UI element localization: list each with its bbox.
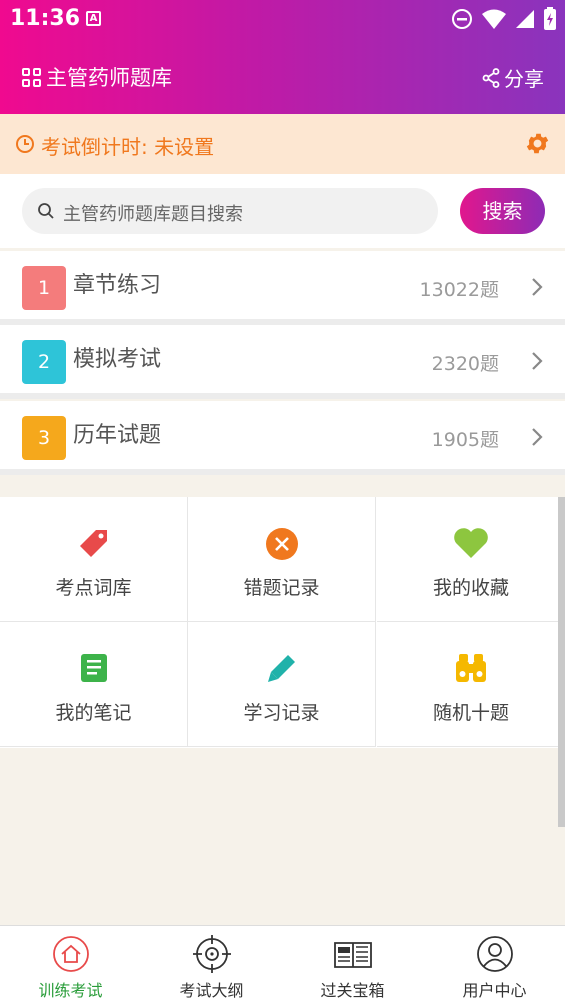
notification-icon: A — [86, 11, 101, 26]
category-count: 13022题 — [419, 279, 499, 301]
category-number-badge: 3 — [22, 416, 66, 460]
tool-wrong-answers[interactable]: 错题记录 — [188, 497, 376, 622]
search-icon — [38, 203, 54, 219]
exam-countdown-bar[interactable]: 考试倒计时: 未设置 — [0, 114, 565, 174]
category-number-badge: 2 — [22, 340, 66, 384]
tool-label: 错题记录 — [243, 577, 320, 599]
search-placeholder: 主管药师题库题目搜索 — [63, 204, 243, 225]
chevron-right-icon — [532, 352, 543, 370]
error-circle-icon — [265, 528, 298, 560]
tool-random-ten[interactable]: 随机十题 — [377, 622, 565, 747]
category-label: 历年试题 — [73, 423, 162, 448]
home-icon — [52, 936, 89, 972]
nav-exam-outline[interactable]: 考试大纲 — [141, 926, 282, 1004]
category-count: 1905题 — [431, 429, 499, 451]
nav-label: 考试大纲 — [179, 981, 244, 1000]
pencil-icon — [267, 655, 295, 682]
divider — [0, 393, 565, 399]
category-number-badge: 1 — [22, 266, 66, 310]
chevron-right-icon — [532, 278, 543, 296]
nav-user-center[interactable]: 用户中心 — [424, 926, 565, 1004]
tools-grid: 考点词库 错题记录 我的收藏 我的笔记 学习记录 随机十题 — [0, 497, 565, 748]
app-title-text: 主管药师题库 — [46, 66, 172, 90]
search-input[interactable]: 主管药师题库题目搜索 — [22, 188, 438, 234]
newspaper-icon — [333, 942, 372, 968]
status-time: 11:36 — [10, 6, 81, 31]
wifi-icon — [482, 9, 506, 29]
user-icon — [476, 936, 513, 972]
note-icon — [80, 654, 107, 682]
category-count: 2320题 — [431, 353, 499, 375]
tool-label: 我的收藏 — [432, 577, 509, 599]
gear-icon[interactable] — [524, 130, 551, 157]
target-icon — [192, 935, 231, 973]
tool-label: 我的笔记 — [55, 702, 132, 724]
share-label: 分享 — [504, 67, 544, 91]
bottom-nav: 训练考试 考试大纲 过关宝箱 用户中心 — [0, 925, 565, 1004]
nav-label: 过关宝箱 — [320, 981, 385, 1000]
category-row-chapter[interactable]: 1 章节练习 13022题 — [0, 251, 565, 319]
share-icon — [482, 67, 500, 88]
app-header: 11:36 A 主管药师题库 分享 — [0, 0, 565, 114]
apps-grid-icon — [22, 67, 41, 87]
tag-icon — [79, 530, 107, 557]
binoculars-icon — [456, 654, 486, 682]
clock-icon — [16, 135, 34, 153]
tool-my-notes[interactable]: 我的笔记 — [0, 622, 188, 747]
status-bar: 11:36 A — [0, 0, 565, 38]
battery-icon — [544, 7, 556, 30]
chevron-right-icon — [532, 428, 543, 446]
category-label: 模拟考试 — [73, 347, 162, 372]
tool-label: 学习记录 — [243, 702, 320, 724]
category-label: 章节练习 — [73, 273, 162, 298]
nav-label: 用户中心 — [462, 981, 527, 1000]
tool-keyword-library[interactable]: 考点词库 — [0, 497, 188, 622]
tool-label: 考点词库 — [55, 577, 132, 599]
search-area: 主管药师题库题目搜索 搜索 — [0, 174, 565, 248]
tool-favorites[interactable]: 我的收藏 — [377, 497, 565, 622]
share-button[interactable]: 分享 — [482, 63, 544, 92]
search-button[interactable]: 搜索 — [460, 188, 545, 234]
category-row-past-papers[interactable]: 3 历年试题 1905题 — [0, 401, 565, 469]
signal-icon — [516, 10, 534, 28]
tool-label: 随机十题 — [432, 702, 509, 724]
app-title: 主管药师题库 — [22, 62, 172, 92]
heart-icon — [454, 528, 488, 558]
divider — [0, 469, 565, 475]
category-row-mock-exam[interactable]: 2 模拟考试 2320题 — [0, 325, 565, 393]
scrollbar[interactable] — [558, 497, 565, 827]
nav-training-exam[interactable]: 训练考试 — [0, 926, 141, 1004]
do-not-disturb-icon — [452, 9, 472, 29]
countdown-text: 考试倒计时: 未设置 — [41, 135, 215, 159]
nav-treasure-box[interactable]: 过关宝箱 — [282, 926, 423, 1004]
tool-study-records[interactable]: 学习记录 — [188, 622, 376, 747]
nav-label: 训练考试 — [38, 981, 103, 1000]
